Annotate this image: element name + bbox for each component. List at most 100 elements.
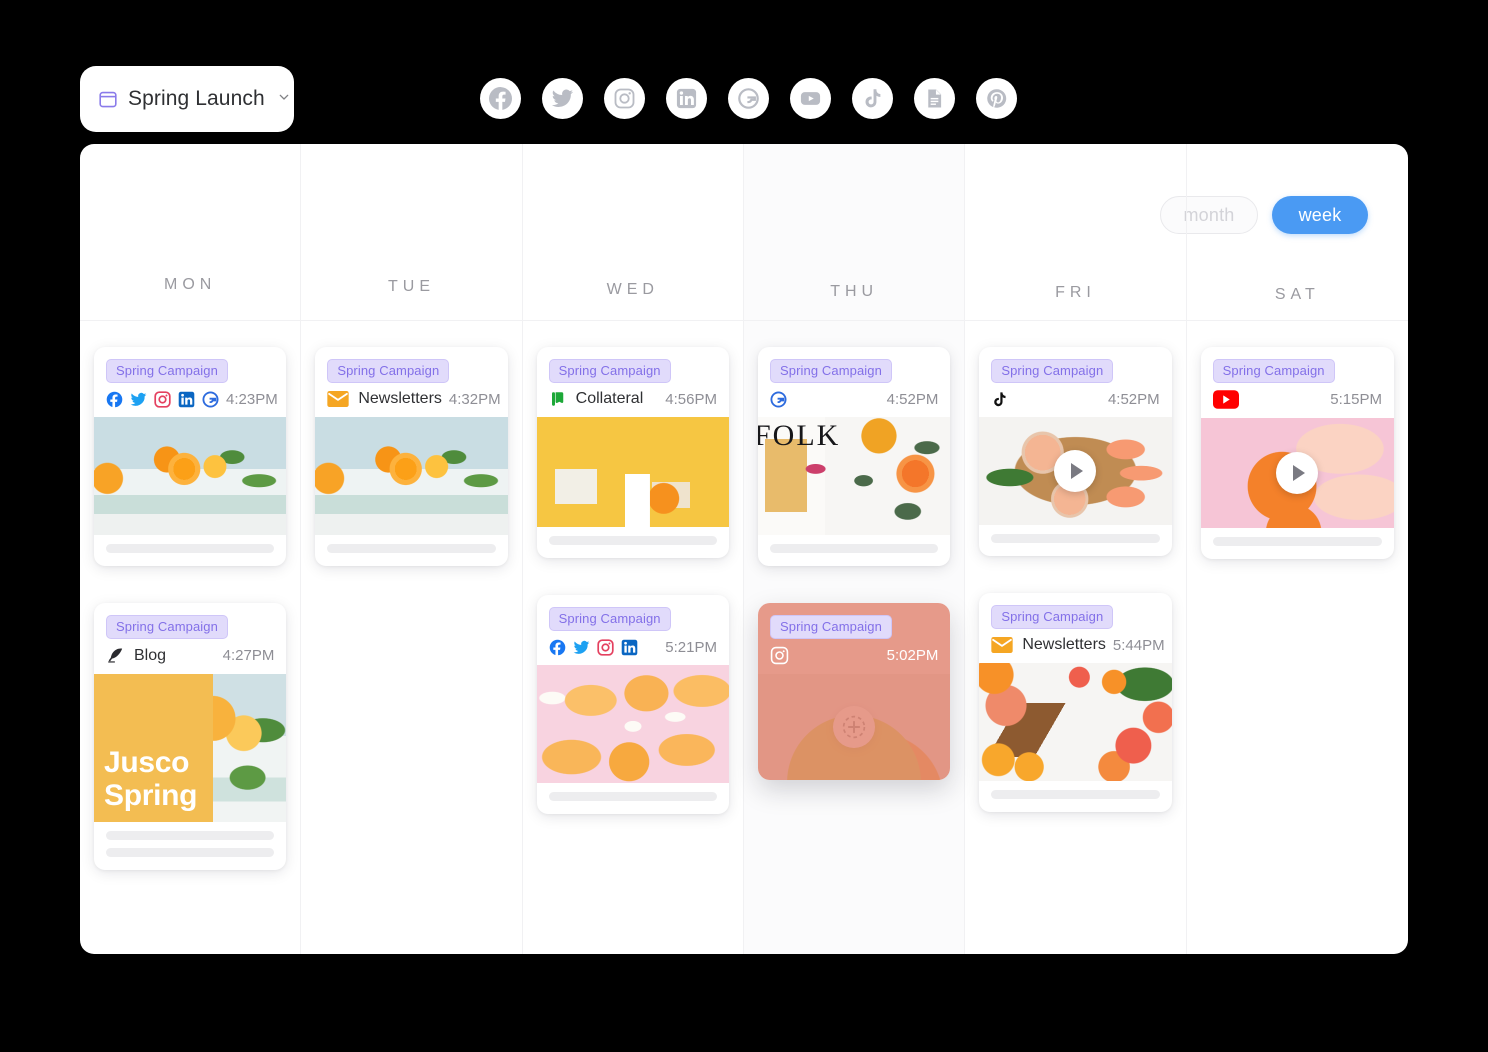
card-text-placeholder [758,535,950,566]
google-icon [202,390,219,408]
day-header: TUE [315,144,507,320]
channel-filter-pinterest[interactable] [976,78,1017,119]
card-image [979,663,1172,781]
google-icon [770,390,787,408]
post-card-dragging[interactable]: Spring Campaign 5:02PM [757,603,951,780]
post-card[interactable]: Spring Campaign Blog 4:27PM Jusco Spring [94,603,287,870]
campaign-badge[interactable]: Spring Campaign [327,359,450,383]
campaign-badge[interactable]: Spring Campaign [769,359,892,383]
campaign-badge[interactable]: Spring Campaign [991,605,1114,629]
channel-filter-blog[interactable] [914,78,955,119]
card-image: FOLK [757,417,951,535]
card-text-placeholder [315,535,507,566]
campaign-badge[interactable]: Spring Campaign [106,615,228,639]
facebook-icon [106,391,123,408]
card-channel-label: Collateral [575,390,644,407]
channel-filter-linkedin[interactable] [666,78,707,119]
channel-filter-youtube[interactable] [790,78,831,119]
day-column-fri[interactable]: FRI Spring Campaign 4:52PM Spring Campaign N… [965,144,1187,954]
placeholder-bar [1212,537,1382,546]
add-circle-icon[interactable] [833,706,876,748]
card-text-placeholder [979,781,1171,812]
placeholder-bar [548,536,717,545]
card-header: Spring Campaign [1201,347,1394,383]
tiktok-icon [991,391,1008,408]
card-channel-label: Newsletters [1022,636,1106,653]
day-column-mon[interactable]: MON Spring Campaign 4:23PM Spring Campaign B… [80,144,302,954]
card-text-placeholder [979,525,1171,556]
day-header: SAT [1201,144,1394,320]
card-thumbnail[interactable]: Jusco Spring [94,674,287,822]
top-bar: Spring Launch [0,0,1488,148]
card-thumbnail[interactable] [94,417,287,535]
channel-filter-google[interactable] [728,78,769,119]
post-card[interactable]: Spring Campaign 5:21PM [536,595,729,814]
card-time: 5:15PM [1330,391,1382,408]
day-card-list: Spring Campaign 4:52PM FOLK Spring Campaign… [743,320,965,954]
post-card[interactable]: Spring Campaign 4:52PM [979,347,1172,556]
card-thumbnail[interactable] [536,665,729,783]
post-card[interactable]: Spring Campaign Newsletters 4:32PM [315,347,508,566]
day-card-list: Spring Campaign Newsletters 4:32PM [301,320,522,954]
campaign-badge[interactable]: Spring Campaign [769,615,892,639]
day-label: WED [606,281,659,298]
play-triangle-icon [1070,463,1083,479]
blog-icon [106,646,125,665]
post-card[interactable]: Spring Campaign 5:15PM [1200,347,1394,559]
card-time: 5:44PM [1112,636,1165,654]
day-column-thu[interactable]: THU Spring Campaign 4:52PM FOLK Spring Campa… [743,144,966,954]
card-thumbnail[interactable] [979,663,1172,781]
channel-filter-tiktok[interactable] [852,78,893,119]
post-card[interactable]: Spring Campaign Collateral 4:56PM [536,347,729,558]
play-button-icon[interactable] [1276,452,1319,494]
collateral-icon [549,390,567,408]
chevron-down-icon[interactable] [277,90,291,109]
card-time: 4:23PM [226,390,278,408]
campaign-badge[interactable]: Spring Campaign [106,359,228,383]
placeholder-bar [548,792,717,801]
card-thumbnail[interactable] [979,417,1172,525]
card-time: 4:32PM [448,390,501,408]
card-thumbnail[interactable] [1200,418,1394,528]
card-image [94,417,287,535]
campaign-badge[interactable]: Spring Campaign [548,607,671,631]
placeholder-bar [106,544,275,553]
card-thumbnail[interactable] [315,417,508,535]
channel-filter-twitter[interactable] [542,78,583,119]
card-thumbnail[interactable] [536,417,729,527]
card-channel-icons [106,646,125,665]
card-header: Spring Campaign [979,347,1171,383]
play-triangle-icon [1292,465,1305,481]
card-header: Spring Campaign [94,603,286,639]
post-card[interactable]: Spring Campaign Newsletters 5:44PM [979,593,1172,812]
day-header: FRI [979,144,1171,320]
card-header: Spring Campaign [758,347,950,383]
card-channel-icons [327,391,349,407]
card-thumbnail[interactable] [757,674,951,780]
twitter-icon [130,391,147,408]
card-time: 4:52PM [886,390,939,408]
day-header: MON [94,144,286,320]
linkedin-icon [178,391,195,408]
card-text-placeholder [537,783,729,814]
card-header: Spring Campaign [315,347,507,383]
card-channel-icons [106,390,219,408]
post-card[interactable]: Spring Campaign 4:52PM FOLK [757,347,951,566]
day-column-tue[interactable]: TUE Spring Campaign Newsletters 4:32PM [301,144,523,954]
day-column-wed[interactable]: WED Spring Campaign Collateral 4:56PM Spring… [522,144,744,954]
calendar-icon [98,89,118,109]
post-card[interactable]: Spring Campaign 4:23PM [94,347,287,566]
campaign-badge[interactable]: Spring Campaign [991,359,1114,383]
campaign-badge[interactable]: Spring Campaign [1212,359,1335,383]
project-selector[interactable]: Spring Launch [80,66,294,132]
card-thumbnail[interactable]: FOLK [757,417,951,535]
instagram-icon [154,390,171,408]
campaign-badge[interactable]: Spring Campaign [548,359,671,383]
day-column-sat[interactable]: SAT Spring Campaign 5:15PM [1186,144,1408,954]
channel-filter-instagram[interactable] [604,78,645,119]
card-meta-row: 4:23PM [94,383,286,417]
channel-filter-bar [480,78,1017,119]
placeholder-bar [106,848,275,857]
channel-filter-facebook[interactable] [480,78,521,119]
card-meta-row: 4:52PM [758,383,950,417]
